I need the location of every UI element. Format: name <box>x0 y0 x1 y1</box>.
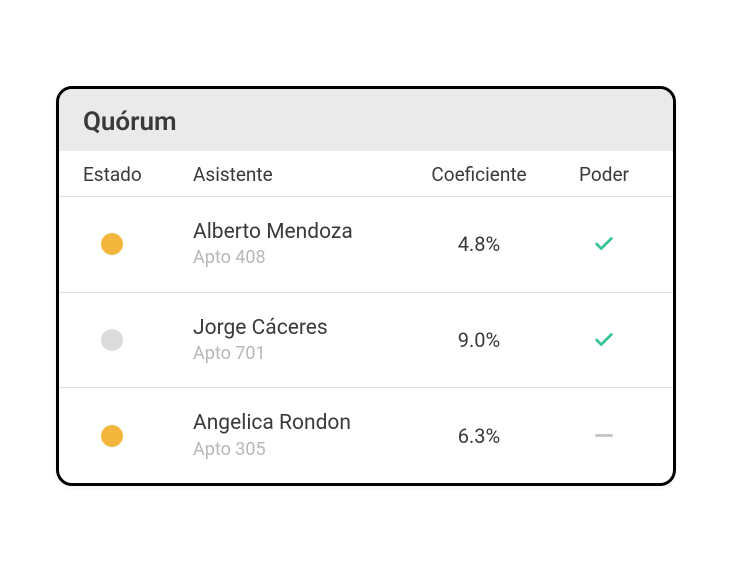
attendee-name: Jorge Cáceres <box>193 315 399 342</box>
attendee-cell: Jorge CáceresApto 701 <box>173 315 399 366</box>
coefficient-value: 6.3% <box>458 424 500 448</box>
table-row[interactable]: Jorge CáceresApto 701 9.0% <box>59 293 673 389</box>
card-header: Quórum <box>59 89 673 151</box>
status-cell <box>83 329 173 351</box>
attendee-name: Alberto Mendoza <box>193 219 399 246</box>
attendee-unit: Apto 305 <box>193 438 399 461</box>
coefficient-value: 9.0% <box>458 328 500 352</box>
attendee-unit: Apto 701 <box>193 342 399 365</box>
coefficient-value: 4.8% <box>458 232 500 256</box>
header-estado: Estado <box>83 163 173 186</box>
header-poder: Poder <box>559 163 649 186</box>
dash-icon <box>595 434 613 437</box>
table-body: Alberto MendozaApto 408 4.8% Jorge Cáceres… <box>59 197 673 483</box>
table-row[interactable]: Alberto MendozaApto 408 4.8% <box>59 197 673 293</box>
coefficient-cell: 6.3% <box>399 424 559 448</box>
status-cell <box>83 425 173 447</box>
header-asistente: Asistente <box>173 163 399 186</box>
attendee-unit: Apto 408 <box>193 246 399 269</box>
power-cell <box>559 434 649 437</box>
check-icon <box>593 329 615 351</box>
table-header-row: Estado Asistente Coeficiente Poder <box>59 151 673 197</box>
quorum-card: Quórum Estado Asistente Coeficiente Pode… <box>56 86 676 486</box>
attendee-cell: Angelica RondonApto 305 <box>173 410 399 461</box>
table-row[interactable]: Angelica RondonApto 305 6.3% <box>59 388 673 483</box>
attendee-cell: Alberto MendozaApto 408 <box>173 219 399 270</box>
power-cell <box>559 329 649 351</box>
coefficient-cell: 4.8% <box>399 232 559 256</box>
status-dot-icon <box>101 329 123 351</box>
attendee-name: Angelica Rondon <box>193 410 399 437</box>
coefficient-cell: 9.0% <box>399 328 559 352</box>
check-icon <box>593 233 615 255</box>
power-cell <box>559 233 649 255</box>
status-cell <box>83 233 173 255</box>
header-coeficiente: Coeficiente <box>399 163 559 186</box>
status-dot-icon <box>101 425 123 447</box>
card-title: Quórum <box>83 107 649 137</box>
status-dot-icon <box>101 233 123 255</box>
